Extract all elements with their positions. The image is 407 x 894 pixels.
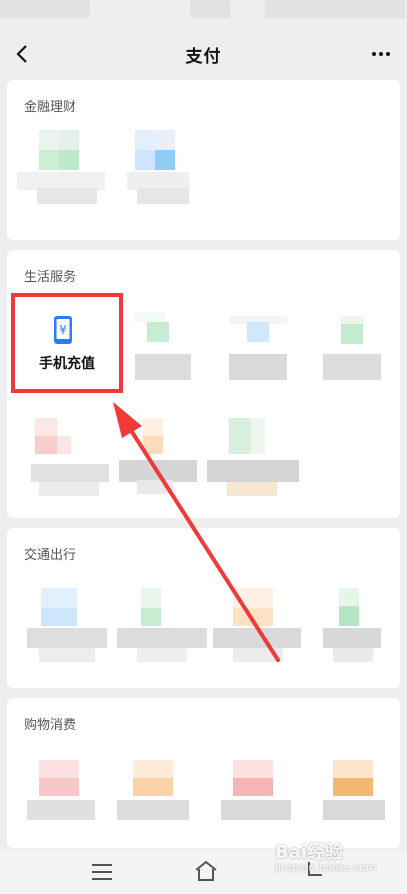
watermark-subtext: jingyan.baidu.com: [275, 861, 377, 874]
section-title: 购物消费: [24, 718, 77, 733]
mobile-top-up-label: 手机充值: [39, 356, 95, 372]
dot-icon: [372, 52, 376, 56]
section-transport: 交通出行: [7, 528, 400, 688]
section-title: 生活服务: [24, 270, 77, 285]
section-finance: 金融理财: [7, 80, 400, 240]
more-options-button[interactable]: [365, 42, 397, 66]
section-title: 交通出行: [24, 548, 77, 563]
section-shopping: 购物消费: [7, 698, 400, 848]
top-bar: 支付: [0, 28, 407, 80]
svg-text:¥: ¥: [59, 323, 67, 337]
status-bar: [0, 0, 407, 28]
menu-icon[interactable]: [92, 864, 112, 880]
dot-icon: [379, 52, 383, 56]
dot-icon: [386, 52, 390, 56]
page-title: 支付: [185, 47, 222, 67]
mobile-top-up-button[interactable]: ¥ 手机充值: [11, 293, 123, 393]
home-icon[interactable]: [193, 858, 219, 884]
section-title: 金融理财: [24, 100, 77, 115]
watermark: Bai经验 jingyan.baidu.com: [275, 838, 377, 874]
watermark-text: Bai经验: [275, 842, 344, 863]
phone-yen-icon: ¥: [54, 316, 72, 344]
